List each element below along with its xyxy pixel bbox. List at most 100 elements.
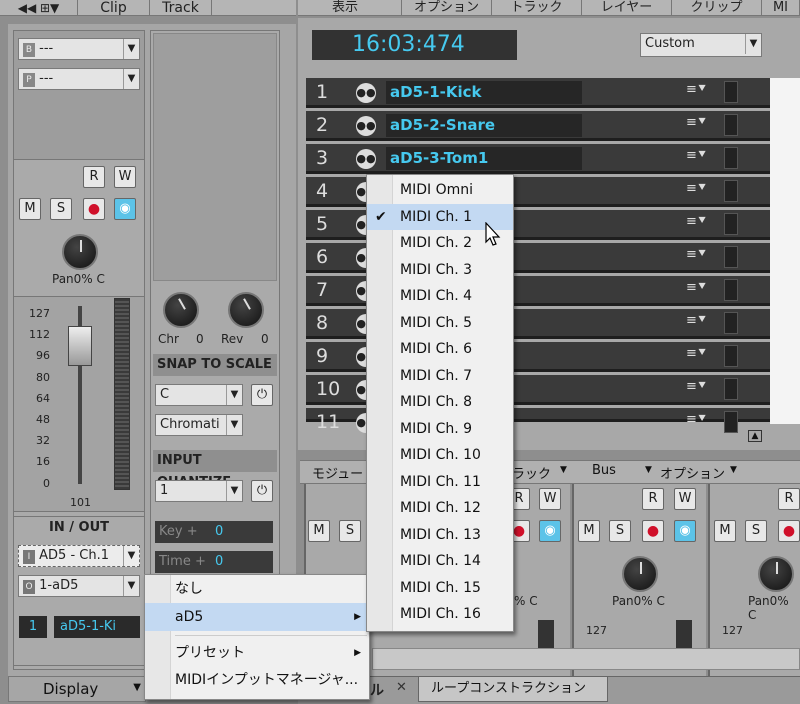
midi-channel-item[interactable]: MIDI Ch. 8 (367, 389, 513, 416)
solo-button[interactable]: S (50, 198, 72, 220)
strip3-solo-button[interactable]: S (745, 520, 767, 542)
track-menu-icon[interactable]: ≡⯆ (686, 346, 707, 361)
scale-key-select[interactable]: C ▼ (155, 384, 243, 406)
strip2-solo-button[interactable]: S (609, 520, 631, 542)
midi-channel-item[interactable]: MIDI Ch. 16 (367, 601, 513, 628)
midi-channel-item[interactable]: MIDI Ch. 11 (367, 469, 513, 496)
menu-track[interactable]: トラック (492, 0, 582, 16)
console-track-menu[interactable]: ラック (512, 463, 551, 482)
strip2-monitor-button[interactable]: ◉ (674, 520, 696, 542)
strip3-pan-knob[interactable] (758, 556, 794, 592)
inspector-track-name[interactable]: aD5-1-Ki (54, 616, 140, 638)
fader-handle[interactable] (68, 326, 92, 366)
midi-channel-item[interactable]: MIDI Ch. 14 (367, 548, 513, 575)
read-button[interactable]: R (83, 166, 105, 188)
strip1-pan-label: % C (514, 594, 538, 608)
display-bar[interactable]: Display ▼ (8, 676, 146, 702)
track-menu-icon[interactable]: ≡⯆ (686, 379, 707, 394)
track-row[interactable]: 1 ●● aD5-1-Kick ≡⯆ (306, 78, 770, 108)
write-button[interactable]: W (114, 166, 136, 188)
menu-item-midi-input-manager[interactable]: MIDIインプットマネージャ... (145, 667, 369, 694)
track-menu-icon[interactable]: ≡⯆ (686, 214, 707, 229)
track-menu-icon[interactable]: ≡⯆ (686, 148, 707, 163)
strip2-mute-button[interactable]: M (578, 520, 600, 542)
custom-select[interactable]: Custom ▼ (640, 33, 762, 57)
mute-button[interactable]: M (19, 198, 41, 220)
midi-channel-item[interactable]: MIDI Omni (367, 177, 513, 204)
snap-power-button[interactable]: ⏻ (251, 384, 273, 406)
bottom-tab-partial[interactable]: ル (370, 680, 384, 700)
track-menu-icon[interactable]: ≡⯆ (686, 280, 707, 295)
console-option-menu[interactable]: オプション (660, 463, 725, 482)
console-module-menu[interactable]: モジュー (312, 463, 363, 482)
input-select[interactable]: I AD5 - Ch.1 ▼ (18, 545, 140, 567)
midi-channel-item[interactable]: MIDI Ch. 5 (367, 310, 513, 337)
scale-type-select[interactable]: Chromati ▼ (155, 414, 243, 436)
midi-channel-item[interactable]: MIDI Ch. 3 (367, 257, 513, 284)
console-bus-menu[interactable]: Bus (592, 463, 616, 478)
strip1-mute-button[interactable]: M (308, 520, 330, 542)
nav-tab[interactable]: ◀◀ ⊞▼ (0, 0, 78, 16)
track-name[interactable]: aD5-3-Tom1 (386, 147, 582, 170)
bank-select[interactable]: B --- ▼ (18, 38, 140, 60)
track-menu-icon[interactable]: ≡⯆ (686, 181, 707, 196)
monitor-button[interactable]: ◉ (114, 198, 136, 220)
midi-channel-item[interactable]: MIDI Ch. 9 (367, 416, 513, 443)
track-menu-icon[interactable]: ≡⯆ (686, 115, 707, 130)
midi-channel-item[interactable]: MIDI Ch. 13 (367, 522, 513, 549)
menu-midi[interactable]: MI (762, 0, 800, 16)
menu-view[interactable]: 表示 (302, 0, 402, 16)
quantize-value: 1 (160, 483, 169, 498)
loop-construction-tab[interactable]: ループコンストラクション (418, 676, 608, 702)
strip3-mute-button[interactable]: M (714, 520, 736, 542)
menu-item-preset[interactable]: プリセット ▶ (145, 640, 369, 667)
strip2-pan-knob[interactable] (622, 556, 658, 592)
midi-channel-item[interactable]: MIDI Ch. 4 (367, 283, 513, 310)
strip1-write-button[interactable]: W (539, 488, 561, 510)
midi-channel-item[interactable]: MIDI Ch. 15 (367, 575, 513, 602)
menu-clip[interactable]: クリップ (672, 0, 762, 16)
track-menu-icon[interactable]: ≡⯆ (686, 412, 707, 427)
time-offset-field[interactable]: Time + 0 (155, 551, 273, 573)
close-icon[interactable]: ✕ (396, 680, 407, 695)
menu-item-ad5[interactable]: aD5 ▶ (145, 603, 369, 631)
chorus-knob[interactable] (163, 292, 199, 328)
reverb-knob[interactable] (228, 292, 264, 328)
menu-options[interactable]: オプション (402, 0, 492, 16)
chevron-down-icon: ▼ (645, 465, 652, 475)
strip3-read-button[interactable]: R (778, 488, 800, 510)
record-button[interactable]: ● (83, 198, 105, 220)
track-menu-icon[interactable]: ≡⯆ (686, 247, 707, 262)
menu-item-none[interactable]: なし (145, 575, 369, 603)
console-scrollbar[interactable] (372, 648, 800, 670)
quantize-select[interactable]: 1 ▼ (155, 480, 243, 502)
pan-knob[interactable] (62, 234, 98, 270)
midi-channel-item[interactable]: MIDI Ch. 7 (367, 363, 513, 390)
patch-select[interactable]: P --- ▼ (18, 68, 140, 90)
output-select[interactable]: O 1-aD5 ▼ (18, 575, 140, 597)
scale-tick: 96 (36, 349, 50, 363)
quantize-power-button[interactable]: ⏻ (251, 480, 273, 502)
strip1-solo-button[interactable]: S (339, 520, 361, 542)
midi-channel-item[interactable]: MIDI Ch. 12 (367, 495, 513, 522)
strip2-record-button[interactable]: ● (642, 520, 664, 542)
track-name[interactable]: aD5-1-Kick (386, 81, 582, 104)
maximize-icon[interactable]: ▲ (748, 430, 762, 442)
midi-channel-item[interactable]: MIDI Ch. 6 (367, 336, 513, 363)
track-number: 4 (316, 180, 329, 202)
strip1-monitor-button[interactable]: ◉ (539, 520, 561, 542)
menu-layer[interactable]: レイヤー (582, 0, 672, 16)
key-offset-field[interactable]: Key + 0 (155, 521, 273, 543)
track-row[interactable]: 2 ●● aD5-2-Snare ≡⯆ (306, 111, 770, 141)
track-row[interactable]: 3 ●● aD5-3-Tom1 ≡⯆ (306, 144, 770, 174)
midi-channel-item[interactable]: MIDI Ch. 10 (367, 442, 513, 469)
strip3-record-button[interactable]: ● (778, 520, 800, 542)
track-menu-icon[interactable]: ≡⯆ (686, 82, 707, 97)
clip-tab[interactable]: Clip (78, 0, 150, 16)
chorus-value: 0 (196, 332, 204, 346)
track-menu-icon[interactable]: ≡⯆ (686, 313, 707, 328)
track-tab[interactable]: Track (150, 0, 212, 16)
strip2-write-button[interactable]: W (674, 488, 696, 510)
track-name[interactable]: aD5-2-Snare (386, 114, 582, 137)
strip2-read-button[interactable]: R (642, 488, 664, 510)
